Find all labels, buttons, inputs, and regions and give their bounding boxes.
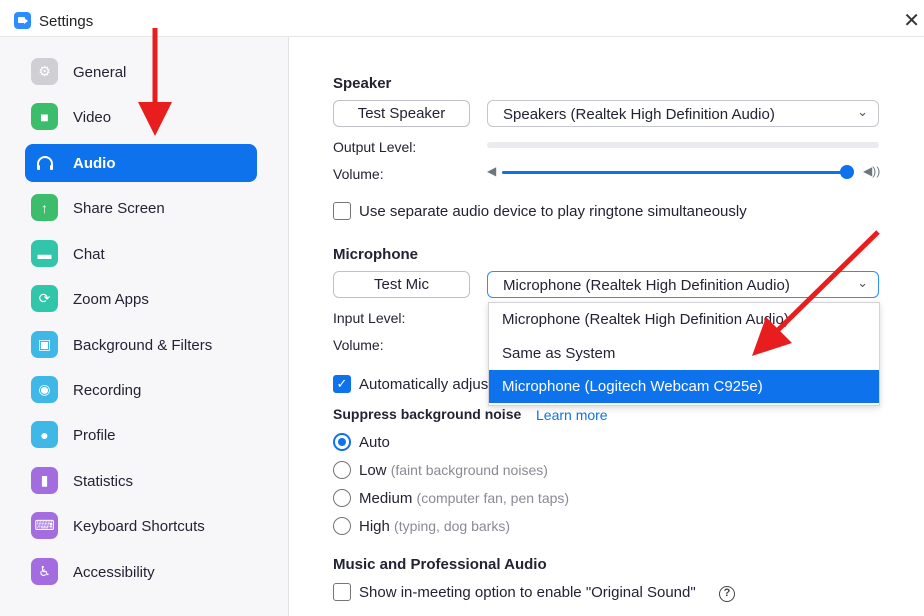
radio-option-hint: (typing, dog barks) [394,518,510,534]
microphone-device-value: Microphone (Realtek High Definition Audi… [503,277,790,294]
help-icon[interactable]: ? [719,586,735,602]
sidebar-item-label: Recording [73,382,142,399]
chevron-down-icon: ⌄ [857,104,868,119]
statistics-icon: ▮ [31,467,58,494]
sidebar-item-statistics[interactable]: ▮ Statistics [25,462,257,500]
ringtone-label: Use separate audio device to play ringto… [359,203,747,220]
noise-high-radio[interactable] [333,517,351,535]
original-sound-checkbox[interactable] [333,583,351,601]
speaker-device-value: Speakers (Realtek High Definition Audio) [503,106,775,123]
chevron-down-icon: ⌄ [857,275,868,290]
gear-icon: ⚙ [31,58,58,85]
volume-low-icon: ◀ [487,164,497,178]
zoom-app-icon [14,12,31,29]
sidebar-item-share-screen[interactable]: ↑ Share Screen [25,189,257,227]
learn-more-link[interactable]: Learn more [536,407,608,423]
keyboard-icon: ⌨ [31,512,58,539]
radio-option-label: Auto [359,434,390,451]
sidebar-item-recording[interactable]: ◉ Recording [25,371,257,409]
sidebar-item-background-filters[interactable]: ▣ Background & Filters [25,326,257,364]
sidebar-item-label: Background & Filters [73,337,213,354]
radio-option-label: Low [359,462,387,479]
dropdown-option-same-as-system[interactable]: Same as System [489,337,879,370]
noise-high-label: High (typing, dog barks) [359,518,510,535]
sidebar-item-label: Audio [73,155,116,172]
record-icon: ◉ [31,376,58,403]
noise-auto-radio[interactable] [333,433,351,451]
sidebar-item-label: Statistics [73,473,134,490]
sidebar-item-profile[interactable]: ● Profile [25,416,257,454]
test-mic-button[interactable]: Test Mic [333,271,470,298]
accessibility-icon: ♿ [31,558,58,585]
output-level-meter [487,142,879,148]
input-level-label: Input Level: [333,310,406,326]
chat-bubble-icon: ▬ [31,240,58,267]
microphone-section-title: Microphone [333,246,418,263]
title-bar: Settings ✕ [0,0,924,37]
zoom-apps-icon: ⟳ [31,285,58,312]
settings-sidebar: ⚙ General ■ Video Audio ↑ Share Screen ▬… [0,37,289,616]
slider-fill [502,171,847,174]
sidebar-item-label: Share Screen [73,200,165,217]
noise-medium-label: Medium (computer fan, pen taps) [359,490,569,507]
radio-option-label: High [359,518,390,535]
noise-low-label: Low (faint background noises) [359,462,548,479]
sidebar-item-audio[interactable]: Audio [25,144,257,182]
sidebar-item-label: General [73,64,127,81]
sidebar-item-label: Zoom Apps [73,291,149,308]
background-icon: ▣ [31,331,58,358]
microphone-device-select[interactable]: Microphone (Realtek High Definition Audi… [487,271,879,298]
microphone-dropdown-menu: Microphone (Realtek High Definition Audi… [488,302,880,406]
auto-adjust-label: Automatically adjus [359,376,489,393]
ringtone-checkbox[interactable] [333,202,351,220]
auto-adjust-checkbox[interactable]: ✓ [333,375,351,393]
sidebar-item-label: Accessibility [73,564,155,581]
noise-auto-label: Auto [359,434,390,451]
noise-medium-radio[interactable] [333,489,351,507]
window-title: Settings [39,13,94,30]
speaker-section-title: Speaker [333,75,392,92]
sidebar-item-zoom-apps[interactable]: ⟳ Zoom Apps [25,280,257,318]
sidebar-item-label: Keyboard Shortcuts [73,518,205,535]
video-camera-icon: ■ [31,103,58,130]
noise-low-radio[interactable] [333,461,351,479]
sidebar-item-chat[interactable]: ▬ Chat [25,235,257,273]
speaker-volume-slider[interactable] [502,165,854,179]
output-level-label: Output Level: [333,139,417,155]
sidebar-item-video[interactable]: ■ Video [25,98,257,136]
dropdown-option-realtek[interactable]: Microphone (Realtek High Definition Audi… [489,303,879,336]
dropdown-option-logitech[interactable]: Microphone (Logitech Webcam C925e) [489,370,879,403]
sidebar-item-accessibility[interactable]: ♿ Accessibility [25,553,257,591]
sidebar-item-label: Video [73,109,112,126]
noise-section-title: Suppress background noise [333,406,522,422]
sidebar-item-general[interactable]: ⚙ General [25,53,257,91]
headphones-icon [31,149,58,176]
speaker-device-select[interactable]: Speakers (Realtek High Definition Audio)… [487,100,879,127]
volume-high-icon: ◀)) [863,164,881,178]
profile-icon: ● [31,421,58,448]
music-section-title: Music and Professional Audio [333,556,547,573]
test-speaker-button[interactable]: Test Speaker [333,100,470,127]
sidebar-item-keyboard-shortcuts[interactable]: ⌨ Keyboard Shortcuts [25,507,257,545]
close-window-button[interactable]: ✕ [903,8,920,33]
slider-thumb[interactable] [840,165,854,179]
sidebar-item-label: Profile [73,427,116,444]
mic-volume-label: Volume: [333,337,384,353]
radio-option-hint: (faint background noises) [390,462,548,478]
share-screen-icon: ↑ [31,194,58,221]
speaker-volume-label: Volume: [333,166,384,182]
sidebar-item-label: Chat [73,246,105,263]
radio-option-label: Medium [359,490,413,507]
radio-option-hint: (computer fan, pen taps) [416,490,570,506]
original-sound-label: Show in-meeting option to enable "Origin… [359,584,696,601]
